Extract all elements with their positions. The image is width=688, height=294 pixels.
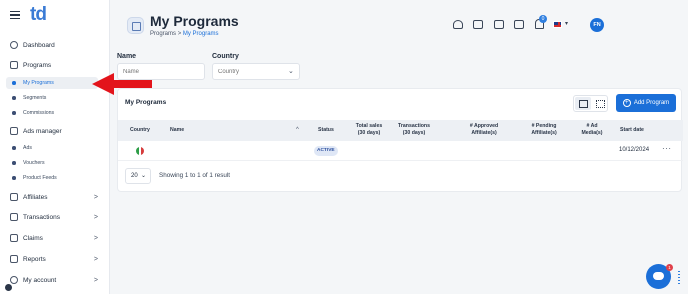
chevron-right-icon: > xyxy=(93,234,98,242)
sidebar-item-claims[interactable]: Claims > xyxy=(0,230,110,246)
card-title: My Programs xyxy=(125,99,167,106)
sidebar-item-transactions[interactable]: Transactions > xyxy=(0,209,110,225)
italy-flag-icon xyxy=(136,147,144,155)
sidebar-subitem-label: Product Feeds xyxy=(23,175,57,181)
more-options-icon[interactable]: ··· xyxy=(662,144,672,153)
breadcrumb-separator-icon: > xyxy=(177,31,182,37)
sidebar-subitem-label: My Programs xyxy=(23,80,54,86)
column-header-total-sales[interactable]: Total sales (30 days) xyxy=(352,123,386,137)
transactions-icon xyxy=(10,213,18,221)
bullet-icon xyxy=(12,81,16,85)
sidebar-item-label: Ads manager xyxy=(23,127,62,135)
table-header: Country Name Status Total sales (30 days… xyxy=(118,120,683,141)
chevron-down-icon[interactable]: ▾ xyxy=(565,20,568,27)
logo: td xyxy=(30,4,47,25)
page-title: My Programs xyxy=(150,13,239,29)
add-program-label: Add Program xyxy=(633,100,670,106)
column-header-ad-media[interactable]: # Ad Media(s) xyxy=(577,123,607,137)
chat-badge: 1 xyxy=(666,264,673,271)
chevron-right-icon: > xyxy=(93,193,98,201)
breadcrumb-current: My Programs xyxy=(182,31,219,37)
bullet-icon xyxy=(12,111,16,115)
sidebar-subitem-label: Vouchers xyxy=(23,160,45,166)
sidebar-item-label: Dashboard xyxy=(23,41,55,49)
account-icon xyxy=(10,276,18,284)
breadcrumb: Programs > My Programs xyxy=(150,31,219,37)
add-program-button[interactable]: + Add Program xyxy=(616,94,676,112)
dashboard-icon xyxy=(10,41,18,49)
bullet-icon xyxy=(12,176,16,180)
table-row[interactable]: ACTIVE 10/12/2024 ··· xyxy=(118,141,683,161)
chevron-down-icon: ⌄ xyxy=(140,173,146,179)
drag-handle-icon[interactable] xyxy=(677,270,681,284)
status-badge: ACTIVE xyxy=(314,146,338,156)
column-header-start-date[interactable]: Start date xyxy=(620,127,644,134)
programs-page-icon xyxy=(127,17,144,34)
sort-ascending-icon[interactable]: ^ xyxy=(296,127,299,133)
bullet-icon xyxy=(12,146,16,150)
sidebar-item-label: My account xyxy=(23,276,57,284)
sidebar: td Dashboard Programs My Programs Segmen… xyxy=(0,0,110,294)
column-header-status[interactable]: Status xyxy=(318,127,334,134)
user-search-icon[interactable] xyxy=(453,20,463,29)
message-icon[interactable] xyxy=(494,20,504,29)
chevron-right-icon: > xyxy=(93,213,98,221)
hide-icon[interactable] xyxy=(473,20,483,29)
column-header-name[interactable]: Name xyxy=(170,127,184,134)
grid-view-icon[interactable] xyxy=(593,97,607,110)
sidebar-item-label: Programs xyxy=(23,61,52,69)
column-header-approved-affiliates[interactable]: # Approved Affiliate(s) xyxy=(462,123,506,137)
notification-badge: 0 xyxy=(539,15,547,23)
bullet-icon xyxy=(12,96,16,100)
sidebar-item-dashboard[interactable]: Dashboard xyxy=(0,37,110,53)
bullet-icon xyxy=(12,161,16,165)
sidebar-item-programs[interactable]: Programs xyxy=(0,57,110,73)
chevron-right-icon: > xyxy=(93,276,98,284)
hamburger-menu-icon[interactable] xyxy=(10,11,20,19)
table-view-icon[interactable] xyxy=(575,97,591,110)
sidebar-item-reports[interactable]: Reports > xyxy=(0,251,110,267)
claims-icon xyxy=(10,234,18,242)
plus-icon: + xyxy=(622,99,631,107)
dark-mode-icon[interactable] xyxy=(5,284,12,291)
sidebar-subitem-product-feeds[interactable]: Product Feeds xyxy=(0,172,110,184)
country-filter-label: Country xyxy=(212,53,239,60)
affiliates-icon xyxy=(10,193,18,201)
column-header-pending-affiliates[interactable]: # Pending Affiliate(s) xyxy=(523,123,565,137)
sidebar-subitem-label: Segments xyxy=(23,95,47,101)
start-date: 10/12/2024 xyxy=(619,147,650,153)
sidebar-item-label: Transactions xyxy=(23,213,60,221)
page-size-value: 20 xyxy=(131,173,138,179)
sidebar-subitem-ads[interactable]: Ads xyxy=(0,142,110,154)
uk-flag-icon[interactable] xyxy=(553,21,562,28)
sidebar-item-label: Reports xyxy=(23,255,46,263)
sidebar-item-my-account[interactable]: My account > xyxy=(0,272,110,288)
country-select[interactable] xyxy=(212,63,300,80)
sidebar-subitem-vouchers[interactable]: Vouchers xyxy=(0,157,110,169)
chevron-right-icon: > xyxy=(93,255,98,263)
pagination-summary: Showing 1 to 1 of 1 result xyxy=(159,172,231,179)
sidebar-subitem-label: Ads xyxy=(23,145,32,151)
reports-icon xyxy=(10,255,18,263)
sidebar-item-label: Affiliates xyxy=(23,193,48,201)
view-toggle xyxy=(573,95,608,112)
programs-icon xyxy=(10,61,18,69)
ads-manager-icon xyxy=(10,127,18,135)
sidebar-subitem-label: Commissions xyxy=(23,110,55,116)
sidebar-subitem-my-programs[interactable]: My Programs xyxy=(6,77,98,89)
mail-icon[interactable] xyxy=(514,20,524,29)
sidebar-item-label: Claims xyxy=(23,234,43,242)
avatar[interactable]: FN xyxy=(590,18,604,32)
name-filter-input[interactable] xyxy=(117,63,205,80)
programs-card: My Programs + Add Program Country Name S… xyxy=(117,88,683,192)
sidebar-item-ads-manager[interactable]: Ads manager xyxy=(0,123,110,139)
column-header-country[interactable]: Country xyxy=(130,127,150,134)
page-size-select[interactable]: 20 ⌄ xyxy=(125,168,151,184)
column-header-transactions[interactable]: Transactions (30 days) xyxy=(394,123,434,137)
chevron-down-icon: ⌄ xyxy=(288,68,294,75)
breadcrumb-root[interactable]: Programs xyxy=(150,31,176,37)
sidebar-subitem-commissions[interactable]: Commissions xyxy=(0,107,110,119)
sidebar-item-affiliates[interactable]: Affiliates > xyxy=(0,189,110,205)
name-filter-label: Name xyxy=(117,53,137,60)
